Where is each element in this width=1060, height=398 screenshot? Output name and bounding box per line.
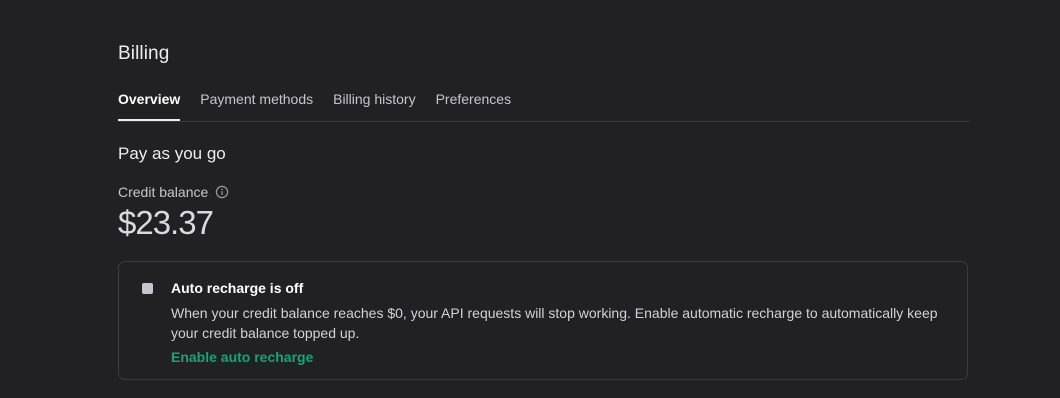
plan-title: Pay as you go bbox=[118, 144, 226, 163]
tab-payment-methods[interactable]: Payment methods bbox=[200, 90, 313, 120]
enable-auto-recharge-link[interactable]: Enable auto recharge bbox=[171, 349, 313, 365]
tab-preferences[interactable]: Preferences bbox=[436, 90, 511, 120]
info-icon[interactable] bbox=[215, 185, 229, 199]
page-title: Billing bbox=[118, 43, 170, 64]
notice-title: Auto recharge is off bbox=[171, 280, 304, 296]
billing-tabs: Overview Payment methods Billing history… bbox=[118, 90, 970, 122]
credit-balance-amount: $23.37 bbox=[118, 204, 214, 241]
auto-recharge-notice: Auto recharge is off When your credit ba… bbox=[118, 261, 968, 380]
billing-page: Billing Overview Payment methods Billing… bbox=[0, 0, 1060, 398]
tab-billing-history[interactable]: Billing history bbox=[333, 90, 415, 120]
stop-square-icon bbox=[142, 283, 153, 294]
credit-balance-label-row: Credit balance bbox=[118, 184, 229, 200]
tab-overview[interactable]: Overview bbox=[118, 90, 181, 121]
credit-balance-label: Credit balance bbox=[118, 184, 209, 200]
notice-body: When your credit balance reaches $0, you… bbox=[171, 305, 938, 341]
